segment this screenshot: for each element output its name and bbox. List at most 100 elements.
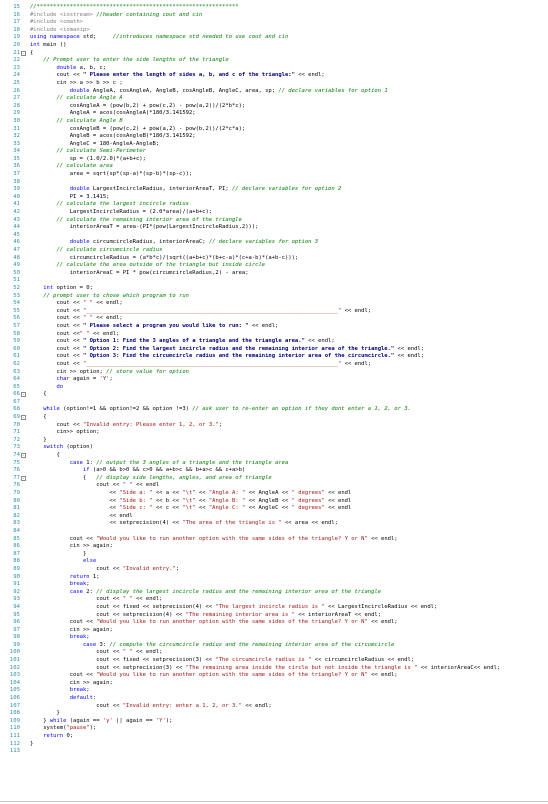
code-line[interactable]: 96 cout << "Would you like to run anothe…: [0, 619, 548, 627]
code-line[interactable]: 113: [0, 748, 548, 756]
code-line[interactable]: 20 int main (): [0, 42, 548, 50]
code-line[interactable]: 100 cout << " " << endl;: [0, 649, 548, 657]
code-line[interactable]: 53 // prompt user to chose which program…: [0, 293, 548, 301]
code-line[interactable]: 56 cout << " " << endl;: [0, 315, 548, 323]
code-line[interactable]: 80 << "Side b: " << b << "\t" << "Angle …: [0, 498, 548, 506]
code-line[interactable]: 76 if (a>0 && b>0 && c>0 && a+b>c && b+a…: [0, 467, 548, 475]
code-line[interactable]: 78 cout << " " << endl: [0, 482, 548, 490]
code-line[interactable]: 85 cout << "Would you like to run anothe…: [0, 536, 548, 544]
code-line[interactable]: 44 interiorAreaT = area-(PI*(pow(Largest…: [0, 224, 548, 232]
code-line[interactable]: 57 cout << " Please select a program you…: [0, 323, 548, 331]
code-line[interactable]: 46 double circumcircleRadius, interiorAr…: [0, 239, 548, 247]
code-line[interactable]: 18 #include <iomanip>: [0, 27, 548, 35]
code-line[interactable]: 25 cin >> a >> b >> c ;: [0, 80, 548, 88]
code-line[interactable]: 27 // calculate Angle A: [0, 95, 548, 103]
code-line[interactable]: 101 cout << fixed << setprecision(3) << …: [0, 657, 548, 665]
code-line[interactable]: 79 << "Side a: " << a << "\t" << "Angle …: [0, 490, 548, 498]
code-line[interactable]: 69- {: [0, 414, 548, 422]
code-line[interactable]: 84: [0, 528, 548, 536]
code-line[interactable]: 60 cout << " Option 2: Find the largest …: [0, 346, 548, 354]
code-line[interactable]: 110 system("pause");: [0, 725, 548, 733]
code-line[interactable]: 74- {: [0, 452, 548, 460]
code-line[interactable]: 54 cout << " " << endl;: [0, 300, 548, 308]
code-line[interactable]: 55 cout << "____________________________…: [0, 308, 548, 316]
code-line[interactable]: 24 cout << " Please enter the length of …: [0, 72, 548, 80]
code-line[interactable]: 31 cosAngleB = (pow(c,2) + pow(a,2) - po…: [0, 126, 548, 134]
code-line[interactable]: 82 << endl: [0, 513, 548, 521]
code-line[interactable]: 89 cout << "Invalid entry.";: [0, 566, 548, 574]
fold-toggle-icon[interactable]: -: [21, 392, 26, 398]
fold-toggle-icon[interactable]: -: [21, 415, 26, 421]
code-line[interactable]: 93 cout << " " << endl;: [0, 596, 548, 604]
code-line[interactable]: 21-{: [0, 50, 548, 58]
code-line[interactable]: 15 //************************************…: [0, 4, 548, 12]
code-line[interactable]: 77- { // display side lengths, angles, a…: [0, 475, 548, 483]
code-line[interactable]: 105 break;: [0, 687, 548, 695]
code-line[interactable]: 17 #include <cmath>: [0, 19, 548, 27]
code-line[interactable]: 95 cout << setprecision(4) << "The remai…: [0, 612, 548, 620]
code-line[interactable]: 38: [0, 179, 548, 187]
code-line[interactable]: 45: [0, 232, 548, 240]
fold-toggle-icon[interactable]: -: [21, 453, 26, 459]
code-line[interactable]: 87 }: [0, 551, 548, 559]
code-line[interactable]: 91 break;: [0, 581, 548, 589]
code-line[interactable]: 92 case 2: // display the largest incirc…: [0, 589, 548, 597]
code-line[interactable]: 104 cin >> again;: [0, 680, 548, 688]
code-line[interactable]: 94 cout << fixed << setprecision(4) << "…: [0, 604, 548, 612]
code-line[interactable]: 88 else: [0, 558, 548, 566]
code-line[interactable]: 73 switch (option): [0, 444, 548, 452]
code-line[interactable]: 50 interiorAreaC = PI * pow(circumcircle…: [0, 270, 548, 278]
code-line[interactable]: 43 // calculate the remaining interior a…: [0, 217, 548, 225]
code-line[interactable]: 67: [0, 399, 548, 407]
code-line[interactable]: 16 #include <iostream> //header containin…: [0, 12, 548, 20]
code-line[interactable]: 102 cout << setprecision(3) << "The rema…: [0, 665, 548, 673]
code-line[interactable]: 71 cin>> option;: [0, 429, 548, 437]
code-line[interactable]: 28 cosAngleA = (pow(b,2) + pow(c,2) - po…: [0, 103, 548, 111]
fold-toggle-icon[interactable]: -: [21, 50, 26, 56]
code-line[interactable]: 26 double AngleA, cosAngleA, AngleB, cos…: [0, 88, 548, 96]
code-line[interactable]: 36 // calculate area: [0, 163, 548, 171]
code-line[interactable]: 64 char again = 'Y';: [0, 376, 548, 384]
code-line[interactable]: 61 cout << " Option 3: Find the circumci…: [0, 353, 548, 361]
code-line[interactable]: 99 case 3: // compute the circumcircle r…: [0, 642, 548, 650]
code-line[interactable]: 81 << "Side c: " << c << "\t" << "Angle …: [0, 505, 548, 513]
code-line[interactable]: 22 // Prompt user to enter the side leng…: [0, 57, 548, 65]
code-line[interactable]: 62 cout << "____________________________…: [0, 361, 548, 369]
code-line[interactable]: 42 LargestIncircleRadius = (2.0*area)/(a…: [0, 209, 548, 217]
code-line[interactable]: 68 while (option!=1 && option!=2 && opti…: [0, 406, 548, 414]
code-line[interactable]: 72 }: [0, 437, 548, 445]
code-line[interactable]: 34 // calculate Semi-Perimeter: [0, 148, 548, 156]
code-line[interactable]: 37 area = sqrt(sp*(sp-a)*(sp-b)*(sp-c));: [0, 171, 548, 179]
code-line[interactable]: 59 cout << " Option 1: Find the 3 angles…: [0, 338, 548, 346]
code-line[interactable]: 109 } while (again == 'y' || again == 'Y…: [0, 718, 548, 726]
code-line[interactable]: 112}: [0, 741, 548, 749]
code-line[interactable]: 108 }: [0, 710, 548, 718]
code-line[interactable]: 106 default:: [0, 695, 548, 703]
code-line[interactable]: 90 return 1;: [0, 574, 548, 582]
code-line[interactable]: 30 // calculate Angle B: [0, 118, 548, 126]
code-line[interactable]: 29 AngleA = acos(cosAngleA)*180/3.141592…: [0, 110, 548, 118]
code-line[interactable]: 58 cout <<" " << endl;: [0, 331, 548, 339]
code-line[interactable]: 23 double a, b, c;: [0, 65, 548, 73]
code-line[interactable]: 111 return 0;: [0, 733, 548, 741]
code-line[interactable]: 52 int option = 0;: [0, 285, 548, 293]
code-line[interactable]: 107 cout << "Invalid entry: enter a 1, 2…: [0, 703, 548, 711]
code-line[interactable]: 103 cout << "Would you like to run anoth…: [0, 672, 548, 680]
fold-toggle-icon[interactable]: -: [21, 475, 26, 481]
code-editor[interactable]: 15 //************************************…: [0, 0, 548, 804]
code-line[interactable]: 33 AngleC = 180-AngleA-AngleB;: [0, 141, 548, 149]
code-line[interactable]: 19 using namespace std; //introduces name…: [0, 34, 548, 42]
code-line[interactable]: 66- {: [0, 391, 548, 399]
code-line[interactable]: 32 AngleB = acos(cosAngleB)*180/3.141592…: [0, 133, 548, 141]
code-line[interactable]: 51: [0, 277, 548, 285]
code-line[interactable]: 41 // calculate the largest incircle rad…: [0, 201, 548, 209]
code-line[interactable]: 40 PI = 3.1415;: [0, 194, 548, 202]
code-line[interactable]: 49 // calculate the area outside of the …: [0, 262, 548, 270]
code-line[interactable]: 47 // calculate circumcircle radius: [0, 247, 548, 255]
code-line[interactable]: 48 circumcircleRadius = (a*b*c)/(sqrt((a…: [0, 255, 548, 263]
code-line[interactable]: 39 double LargestIncircleRadius, interio…: [0, 186, 548, 194]
code-line[interactable]: 98 break;: [0, 634, 548, 642]
code-line[interactable]: 75 case 1: // output the 3 angles of a t…: [0, 460, 548, 468]
code-line[interactable]: 65 do: [0, 384, 548, 392]
code-line[interactable]: 97 cin >> again;: [0, 627, 548, 635]
